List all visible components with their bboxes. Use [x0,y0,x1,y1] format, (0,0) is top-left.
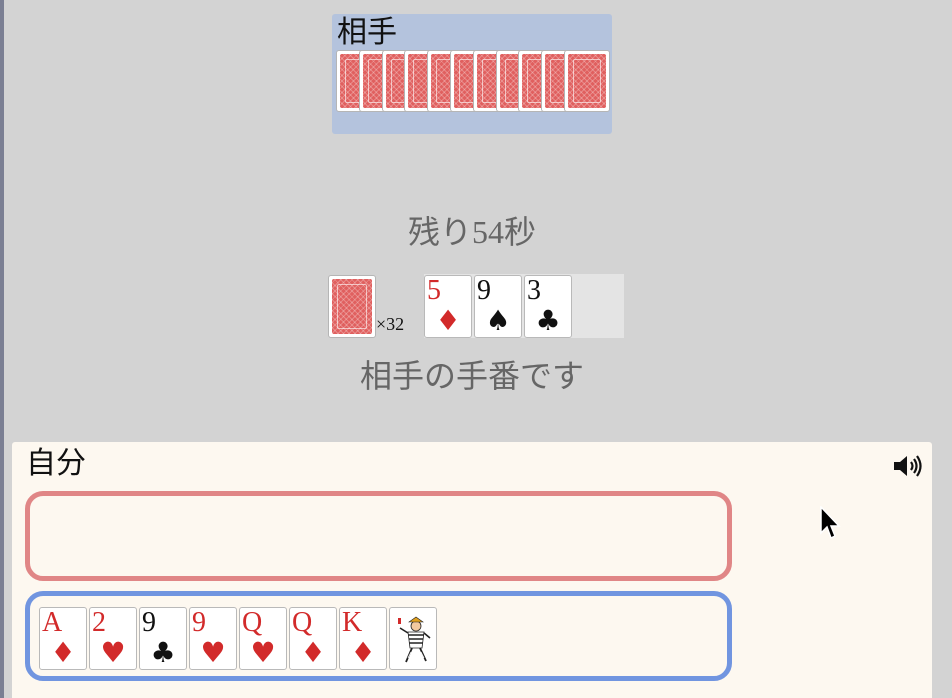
playing-card[interactable]: Q ♦ [289,607,337,670]
playing-card[interactable]: 2 ♥ [89,607,137,670]
card-rank: 2 [92,607,106,638]
deck-pile[interactable] [328,275,376,338]
card-rank: 9 [477,275,491,306]
card-rank: 3 [527,275,541,306]
card-suit-icon: ♥ [200,636,226,669]
card-suit-icon: ♦ [350,636,376,669]
playing-card[interactable]: 9 ♥ [189,607,237,670]
card-rank: 9 [142,607,156,638]
mouse-cursor-icon [820,506,841,540]
opponent-card [564,50,610,112]
playing-card: 3 ♣ [524,275,572,338]
playing-card[interactable]: Q ♥ [239,607,287,670]
card-rank: Q [292,607,313,638]
card-suit-icon: ♥ [250,636,276,669]
playing-card: 9 ♠ [474,275,522,338]
card-rank: Q [242,607,263,638]
card-suit-icon: ♣ [535,304,561,337]
timer-text: 残り54秒 [407,214,536,250]
playing-card[interactable]: A ♦ [39,607,87,670]
playing-card[interactable]: 9 ♣ [139,607,187,670]
card-suit-icon: ♠ [485,304,511,337]
player-label: 自分 [26,447,86,480]
speaker-icon[interactable] [892,452,924,480]
card-suit-icon: ♦ [435,304,461,337]
card-suit-icon: ♦ [50,636,76,669]
turn-status: 相手の手番です [359,358,584,394]
discard-zone[interactable] [25,491,732,581]
opponent-area: 相手 [332,14,612,134]
card-back-icon [568,54,606,108]
card-suit-icon: ♣ [150,636,176,669]
player-hand: A ♦ 2 ♥ 9 ♣ 9 ♥ Q ♥ Q ♦ K ♦ [25,591,732,681]
card-back-icon [332,279,372,334]
joker-card[interactable] [389,607,437,670]
deck-count: ×32 [376,314,405,334]
card-suit-icon: ♥ [100,636,126,669]
card-suit-icon: ♦ [300,636,326,669]
card-rank: A [42,607,63,638]
joker-icon [398,616,431,663]
card-rank: 9 [192,607,206,638]
window-edge [0,0,4,698]
playing-card: 5 ♦ [424,275,472,338]
opponent-label: 相手 [337,16,397,49]
playing-card[interactable]: K ♦ [339,607,387,670]
card-rank: K [342,607,363,638]
card-rank: 5 [427,275,441,306]
player-panel: 自分 A ♦ 2 ♥ 9 ♣ 9 ♥ Q ♥ Q ♦ K ♦ [12,442,932,698]
